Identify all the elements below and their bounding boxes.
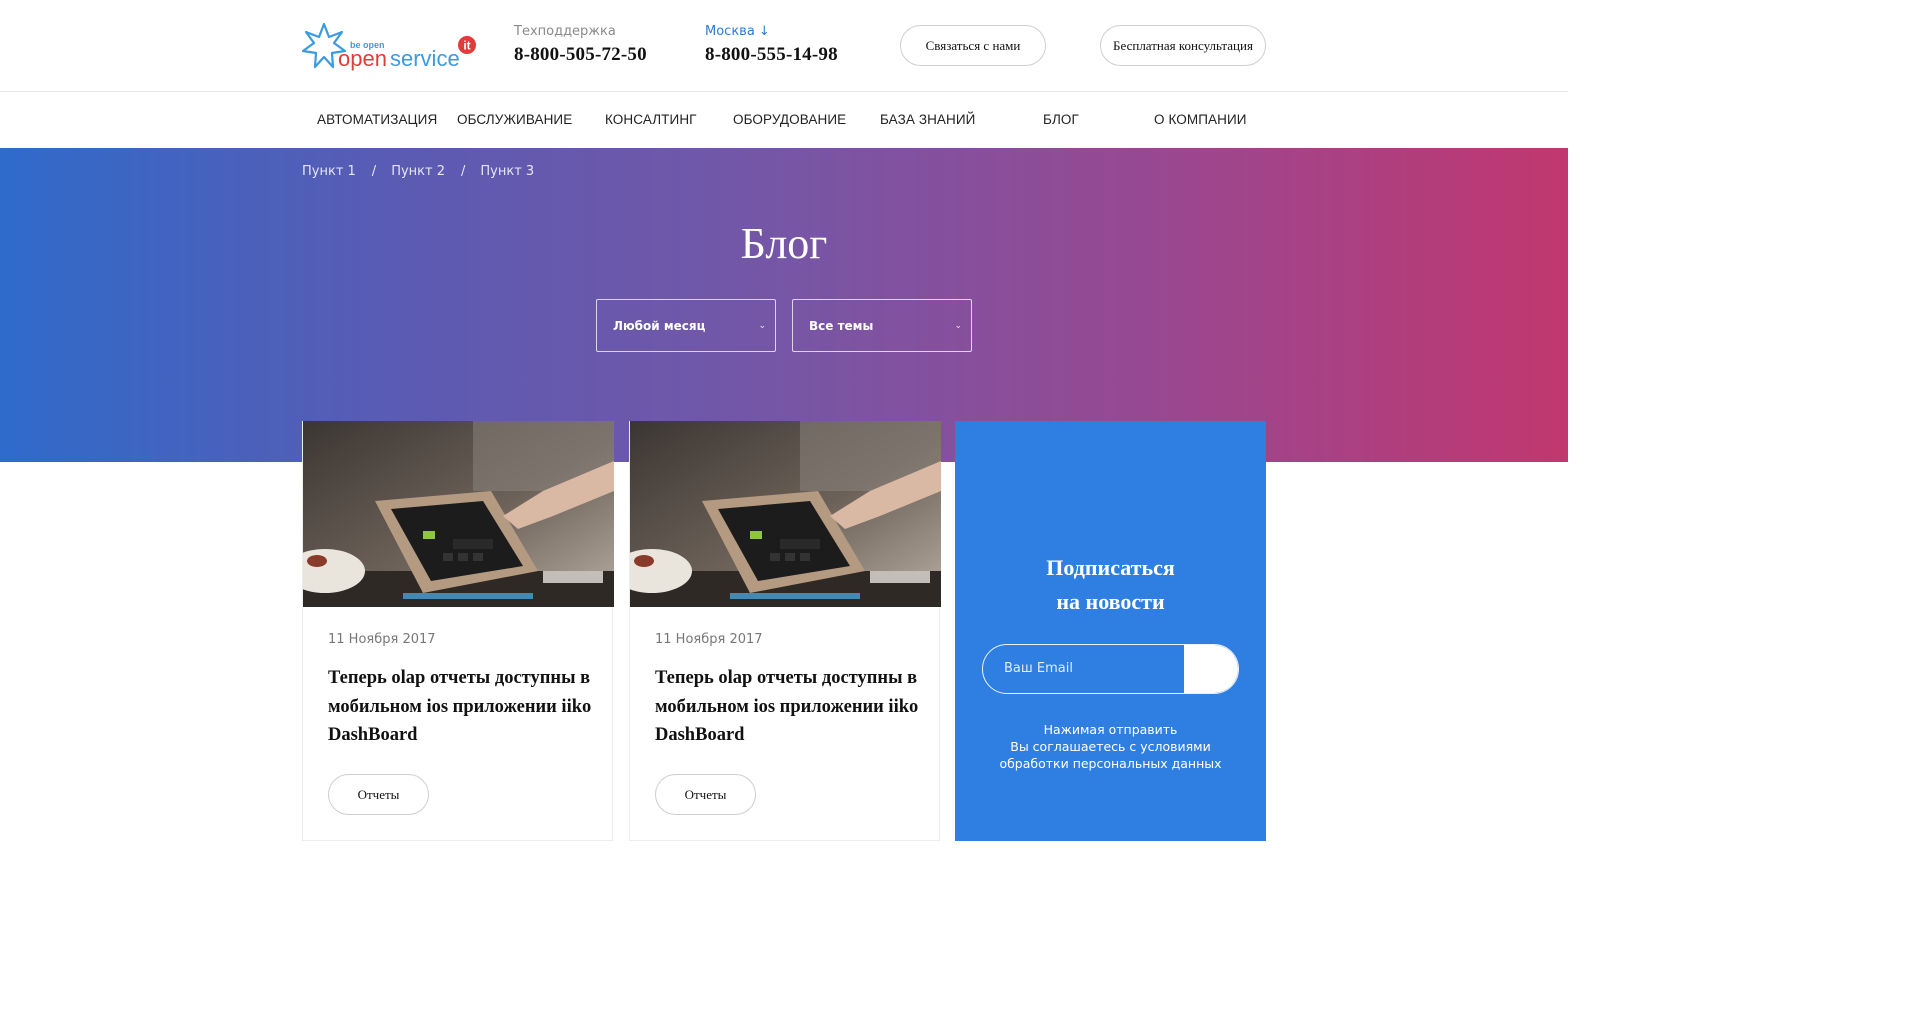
support-phone[interactable]: 8-800-505-72-50	[514, 44, 647, 66]
contact-us-button[interactable]: Связаться с нами	[900, 25, 1046, 66]
site-header: be open open service it Техподдержка 8-8…	[0, 0, 1568, 92]
hero-banner: Пункт 1 / Пункт 2 / Пункт 3 Блог Любой месяц…	[0, 148, 1568, 462]
post-card[interactable]: 11 Ноября 2017 Теперь olap отчеты доступ…	[629, 421, 941, 841]
subscribe-title-line-1: Подписаться	[1046, 555, 1175, 580]
post-title[interactable]: Теперь olap отчеты доступны в мобильном …	[655, 664, 925, 750]
subscribe-title: Подписаться на новости	[955, 551, 1266, 619]
post-date: 11 Ноября 2017	[328, 632, 436, 647]
nav-item-equipment[interactable]: ОБОРУДОВАНИЕ	[733, 92, 846, 148]
nav-item-automation[interactable]: АВТОМАТИЗАЦИЯ	[317, 92, 437, 148]
free-consultation-button[interactable]: Бесплатная консультация	[1100, 25, 1266, 66]
post-tag-button[interactable]: Отчеты	[328, 774, 429, 815]
subscribe-panel: Подписаться на новости Ваш Email Нажимая…	[955, 421, 1266, 841]
nav-item-knowledge-base[interactable]: БАЗА ЗНАНИЙ	[880, 92, 976, 148]
support-label: Техподдержка	[514, 24, 616, 39]
post-tag-button[interactable]: Отчеты	[655, 774, 756, 815]
email-input[interactable]: Ваш Email	[1004, 645, 1073, 693]
chevron-down-icon: ⌄	[758, 321, 766, 331]
main-nav: АВТОМАТИЗАЦИЯ ОБСЛУЖИВАНИЕ КОНСАЛТИНГ ОБ…	[0, 92, 1568, 148]
post-title[interactable]: Теперь olap отчеты доступны в мобильном …	[328, 664, 598, 750]
breadcrumb-separator: /	[371, 164, 377, 179]
post-date: 11 Ноября 2017	[655, 632, 763, 647]
pos-terminal-photo	[630, 421, 941, 607]
logo-brand-open: open	[338, 46, 387, 71]
subscribe-title-line-2: на новости	[1056, 589, 1165, 614]
city-phone[interactable]: 8-800-555-14-98	[705, 44, 838, 66]
theme-select[interactable]: Все темы ⌄	[792, 299, 972, 352]
month-select-value: Любой месяц	[613, 319, 706, 333]
breadcrumb: Пункт 1 / Пункт 2 / Пункт 3	[302, 164, 534, 179]
city-selector[interactable]: Москва ↓	[705, 24, 838, 39]
breadcrumb-item-1[interactable]: Пункт 1	[302, 164, 356, 179]
openservice-logo[interactable]: be open open service it	[302, 20, 477, 72]
pos-terminal-photo	[303, 421, 614, 607]
city-contact: Москва ↓ 8-800-555-14-98	[705, 24, 838, 66]
nav-item-blog[interactable]: БЛОГ	[1043, 92, 1079, 148]
consent-note-line-3[interactable]: обработки персональных данных	[955, 755, 1266, 772]
post-thumbnail[interactable]	[630, 421, 941, 607]
page-title: Блог	[740, 219, 828, 268]
theme-select-value: Все темы	[809, 319, 874, 333]
subscribe-submit-button[interactable]	[1184, 645, 1238, 693]
chevron-down-icon: ⌄	[954, 321, 962, 331]
logo-badge: it	[463, 39, 470, 53]
nav-item-consulting[interactable]: КОНСАЛТИНГ	[605, 92, 697, 148]
breadcrumb-item-2[interactable]: Пункт 2	[391, 164, 445, 179]
nav-item-about[interactable]: О КОМПАНИИ	[1154, 92, 1247, 148]
post-thumbnail[interactable]	[303, 421, 614, 607]
month-select[interactable]: Любой месяц ⌄	[596, 299, 776, 352]
breadcrumb-separator: /	[460, 164, 466, 179]
consent-note: Нажимая отправить Вы соглашаетесь с усло…	[955, 721, 1266, 772]
subscribe-form: Ваш Email	[982, 644, 1239, 694]
post-card[interactable]: 11 Ноября 2017 Теперь olap отчеты доступ…	[302, 421, 614, 841]
support-contact: Техподдержка 8-800-505-72-50	[514, 24, 647, 66]
consent-note-line-2: Вы соглашаетесь с условиями	[1010, 739, 1211, 754]
logo-graphic: be open open service it	[302, 22, 476, 71]
nav-item-service[interactable]: ОБСЛУЖИВАНИЕ	[457, 92, 572, 148]
breadcrumb-item-3[interactable]: Пункт 3	[480, 164, 534, 179]
logo-brand-service: service	[390, 46, 460, 71]
consent-note-line-1: Нажимая отправить	[1043, 722, 1178, 737]
